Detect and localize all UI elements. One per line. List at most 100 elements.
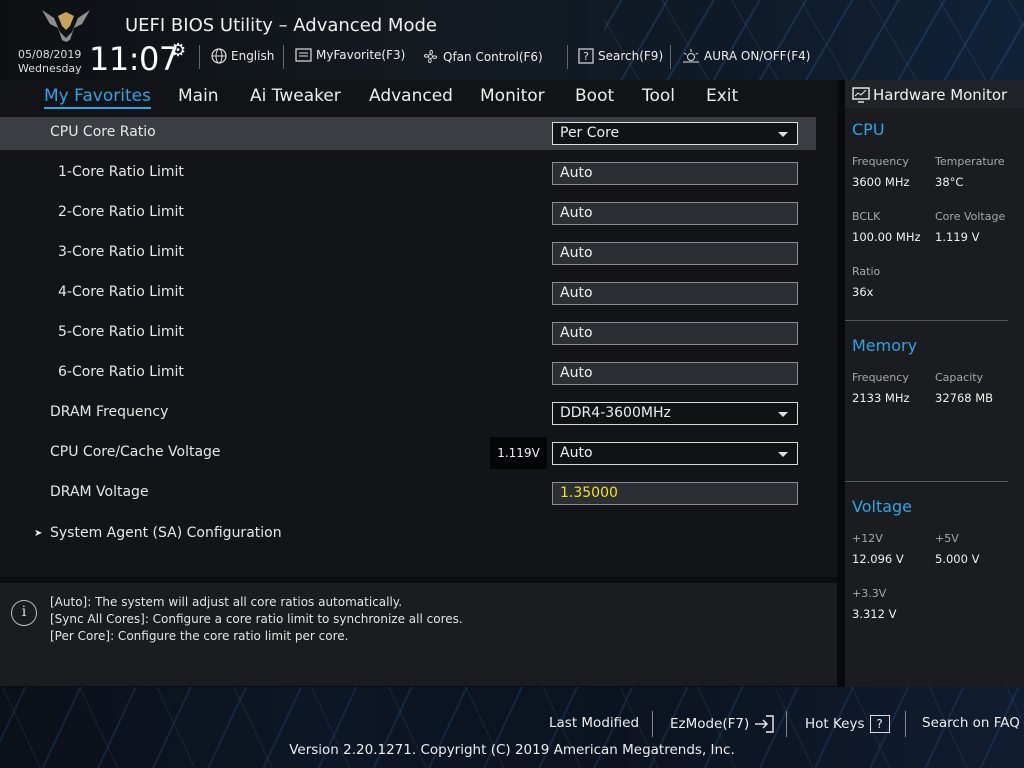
field-value: Auto — [560, 325, 593, 341]
setting-label: 6-Core Ratio Limit — [58, 364, 184, 380]
setting-label: 3-Core Ratio Limit — [58, 244, 184, 260]
tab-exit[interactable]: Exit — [706, 86, 738, 106]
help-line: [Sync All Cores]: Configure a core ratio… — [50, 612, 463, 626]
tab-boot[interactable]: Boot — [575, 86, 614, 106]
core-voltage-label: Core Voltage — [935, 210, 1006, 223]
setting-row-cpu-cache-voltage[interactable]: CPU Core/Cache Voltage 1.119V Auto — [0, 437, 816, 470]
core-voltage-value: 1.119 V — [935, 230, 980, 244]
setting-label: DRAM Voltage — [50, 484, 149, 500]
ezmode-button[interactable]: EzMode(F7) — [670, 715, 774, 733]
help-panel: i [Auto]: The system will adjust all cor… — [0, 583, 837, 686]
setting-label: 4-Core Ratio Limit — [58, 284, 184, 300]
copyright-text: Version 2.20.1271. Copyright (C) 2019 Am… — [289, 742, 735, 758]
qfan-button[interactable]: Qfan Control(F6) — [422, 48, 543, 65]
dram-frequency-dropdown[interactable]: DDR4-3600MHz — [552, 402, 798, 425]
aura-button[interactable]: AURA ON/OFF(F4) — [682, 48, 810, 64]
field-value: Auto — [560, 245, 593, 261]
dram-voltage-input[interactable]: 1.35000 — [552, 482, 798, 505]
language-button[interactable]: English — [211, 48, 274, 64]
hardware-monitor-title: Hardware Monitor — [873, 86, 1008, 104]
dropdown-value: Per Core — [560, 125, 620, 141]
hardware-monitor-header: Hardware Monitor — [845, 80, 1024, 108]
setting-label: DRAM Frequency — [50, 404, 169, 420]
submenu-system-agent[interactable]: ➤ System Agent (SA) Configuration — [0, 518, 816, 551]
v5-label: +5V — [935, 532, 959, 545]
v5-value: 5.000 V — [935, 552, 980, 566]
favorite-icon — [295, 48, 312, 62]
clock-display[interactable]: 11:07 — [89, 40, 179, 78]
footer-divider — [786, 711, 787, 737]
setting-row-5-core-ratio[interactable]: 5-Core Ratio Limit Auto — [0, 317, 816, 350]
dropdown-value: DDR4-3600MHz — [560, 405, 671, 421]
v33-value: 3.312 V — [852, 607, 897, 621]
ratio-value: 36x — [852, 285, 874, 299]
search-label: Search(F9) — [598, 49, 664, 63]
v12-label: +12V — [852, 532, 883, 545]
memory-capacity-value: 32768 MB — [935, 391, 994, 405]
submenu-label: System Agent (SA) Configuration — [50, 525, 282, 541]
voltage-section-title: Voltage — [852, 497, 913, 516]
footer-bar: Last Modified EzMode(F7) Hot Keys ? Sear… — [0, 687, 1024, 768]
5-core-ratio-input[interactable]: Auto — [552, 322, 798, 345]
bclk-label: BCLK — [852, 210, 881, 223]
header-divider — [567, 45, 568, 69]
tab-tool[interactable]: Tool — [642, 86, 675, 106]
tab-advanced[interactable]: Advanced — [369, 86, 453, 106]
setting-row-dram-voltage[interactable]: DRAM Voltage 1.35000 — [0, 477, 816, 510]
field-value: Auto — [560, 285, 593, 301]
gear-icon[interactable]: ⚙ — [170, 40, 186, 61]
setting-row-1-core-ratio[interactable]: 1-Core Ratio Limit Auto — [0, 157, 816, 190]
tuf-logo-icon — [42, 10, 90, 42]
2-core-ratio-input[interactable]: Auto — [552, 202, 798, 225]
v33-label: +3.3V — [852, 587, 887, 600]
cpu-frequency-label: Frequency — [852, 155, 909, 168]
help-line: [Auto]: The system will adjust all core … — [50, 595, 403, 609]
cpu-core-ratio-dropdown[interactable]: Per Core — [552, 122, 798, 145]
myfavorite-label: MyFavorite(F3) — [316, 48, 406, 62]
svg-text:?: ? — [583, 50, 589, 63]
6-core-ratio-input[interactable]: Auto — [552, 362, 798, 385]
tab-my-favorites[interactable]: My Favorites — [44, 86, 151, 109]
monitor-icon — [852, 87, 870, 103]
cpu-cache-voltage-dropdown[interactable]: Auto — [552, 442, 798, 465]
date-display: 05/08/2019 Wednesday — [18, 48, 82, 76]
4-core-ratio-input[interactable]: Auto — [552, 282, 798, 305]
3-core-ratio-input[interactable]: Auto — [552, 242, 798, 265]
bclk-value: 100.00 MHz — [852, 230, 921, 244]
search-faq-button[interactable]: Search on FAQ — [922, 715, 1020, 731]
memory-frequency-value: 2133 MHz — [852, 391, 910, 405]
dropdown-value: Auto — [560, 445, 593, 461]
tab-ai-tweaker[interactable]: Ai Tweaker — [250, 86, 341, 106]
language-label: English — [231, 49, 275, 63]
current-voltage-readout: 1.119V — [490, 437, 547, 469]
tab-main[interactable]: Main — [178, 86, 219, 106]
aura-label: AURA ON/OFF(F4) — [704, 49, 811, 63]
tab-monitor[interactable]: Monitor — [480, 86, 545, 106]
info-icon: i — [11, 600, 37, 626]
setting-row-3-core-ratio[interactable]: 3-Core Ratio Limit Auto — [0, 237, 816, 270]
weekday-text: Wednesday — [18, 62, 82, 75]
search-faq-label: Search on FAQ — [922, 715, 1020, 731]
hot-keys-button[interactable]: Hot Keys ? — [805, 715, 890, 733]
setting-row-6-core-ratio[interactable]: 6-Core Ratio Limit Auto — [0, 357, 816, 390]
memory-capacity-label: Capacity — [935, 371, 984, 384]
field-value: Auto — [560, 165, 593, 181]
chevron-down-icon — [778, 452, 788, 457]
hot-keys-label: Hot Keys — [805, 716, 865, 732]
myfavorite-button[interactable]: MyFavorite(F3) — [295, 48, 405, 62]
date-text: 05/08/2019 — [18, 48, 82, 61]
header-divider — [199, 45, 200, 69]
setting-row-2-core-ratio[interactable]: 2-Core Ratio Limit Auto — [0, 197, 816, 230]
setting-row-cpu-core-ratio[interactable]: CPU Core Ratio Per Core — [0, 117, 816, 150]
setting-row-4-core-ratio[interactable]: 4-Core Ratio Limit Auto — [0, 277, 816, 310]
field-value: Auto — [560, 205, 593, 221]
memory-section-title: Memory — [852, 336, 918, 355]
1-core-ratio-input[interactable]: Auto — [552, 162, 798, 185]
cpu-temperature-value: 38°C — [935, 175, 964, 189]
search-button[interactable]: ? Search(F9) — [578, 48, 663, 64]
setting-row-dram-frequency[interactable]: DRAM Frequency DDR4-3600MHz — [0, 397, 816, 430]
panel-divider — [837, 80, 845, 687]
chevron-down-icon — [778, 132, 788, 137]
last-modified-button[interactable]: Last Modified — [549, 715, 639, 731]
hardware-monitor-panel: Hardware Monitor CPU Frequency 3600 MHz … — [845, 80, 1024, 687]
